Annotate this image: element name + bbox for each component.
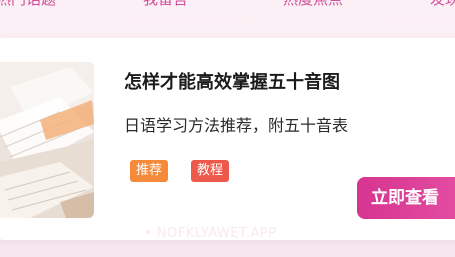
article-title[interactable]: 怎样才能高效掌握五十音图 [124,68,340,94]
article-thumbnail[interactable] [0,62,94,218]
study-desk-photo [0,62,94,218]
tag-tutorial: 教程 [191,160,230,182]
top-tab-bar: 热门话题 我留言 热度焦点 发现 [0,0,455,11]
tab-my-comments[interactable]: 我留言 [143,0,188,9]
tag-recommend: 推荐 [130,160,169,182]
tab-trending[interactable]: 热度焦点 [283,0,343,9]
view-now-button[interactable]: 立即查看 [357,177,455,219]
article-subtitle: 日语学习方法推荐，附五十音表 [124,116,349,135]
page: 热门话题 我留言 热度焦点 发现 怎样才能高效掌握五 [0,0,455,257]
article-card[interactable]: 怎样才能高效掌握五十音图 日语学习方法推荐，附五十音表 推荐 教程 立即查看 [0,38,455,240]
tab-discover[interactable]: 发现 [430,0,455,9]
watermark: • NOFKLYAWET.APP [144,226,277,241]
tab-hot-topics[interactable]: 热门话题 [0,0,56,9]
